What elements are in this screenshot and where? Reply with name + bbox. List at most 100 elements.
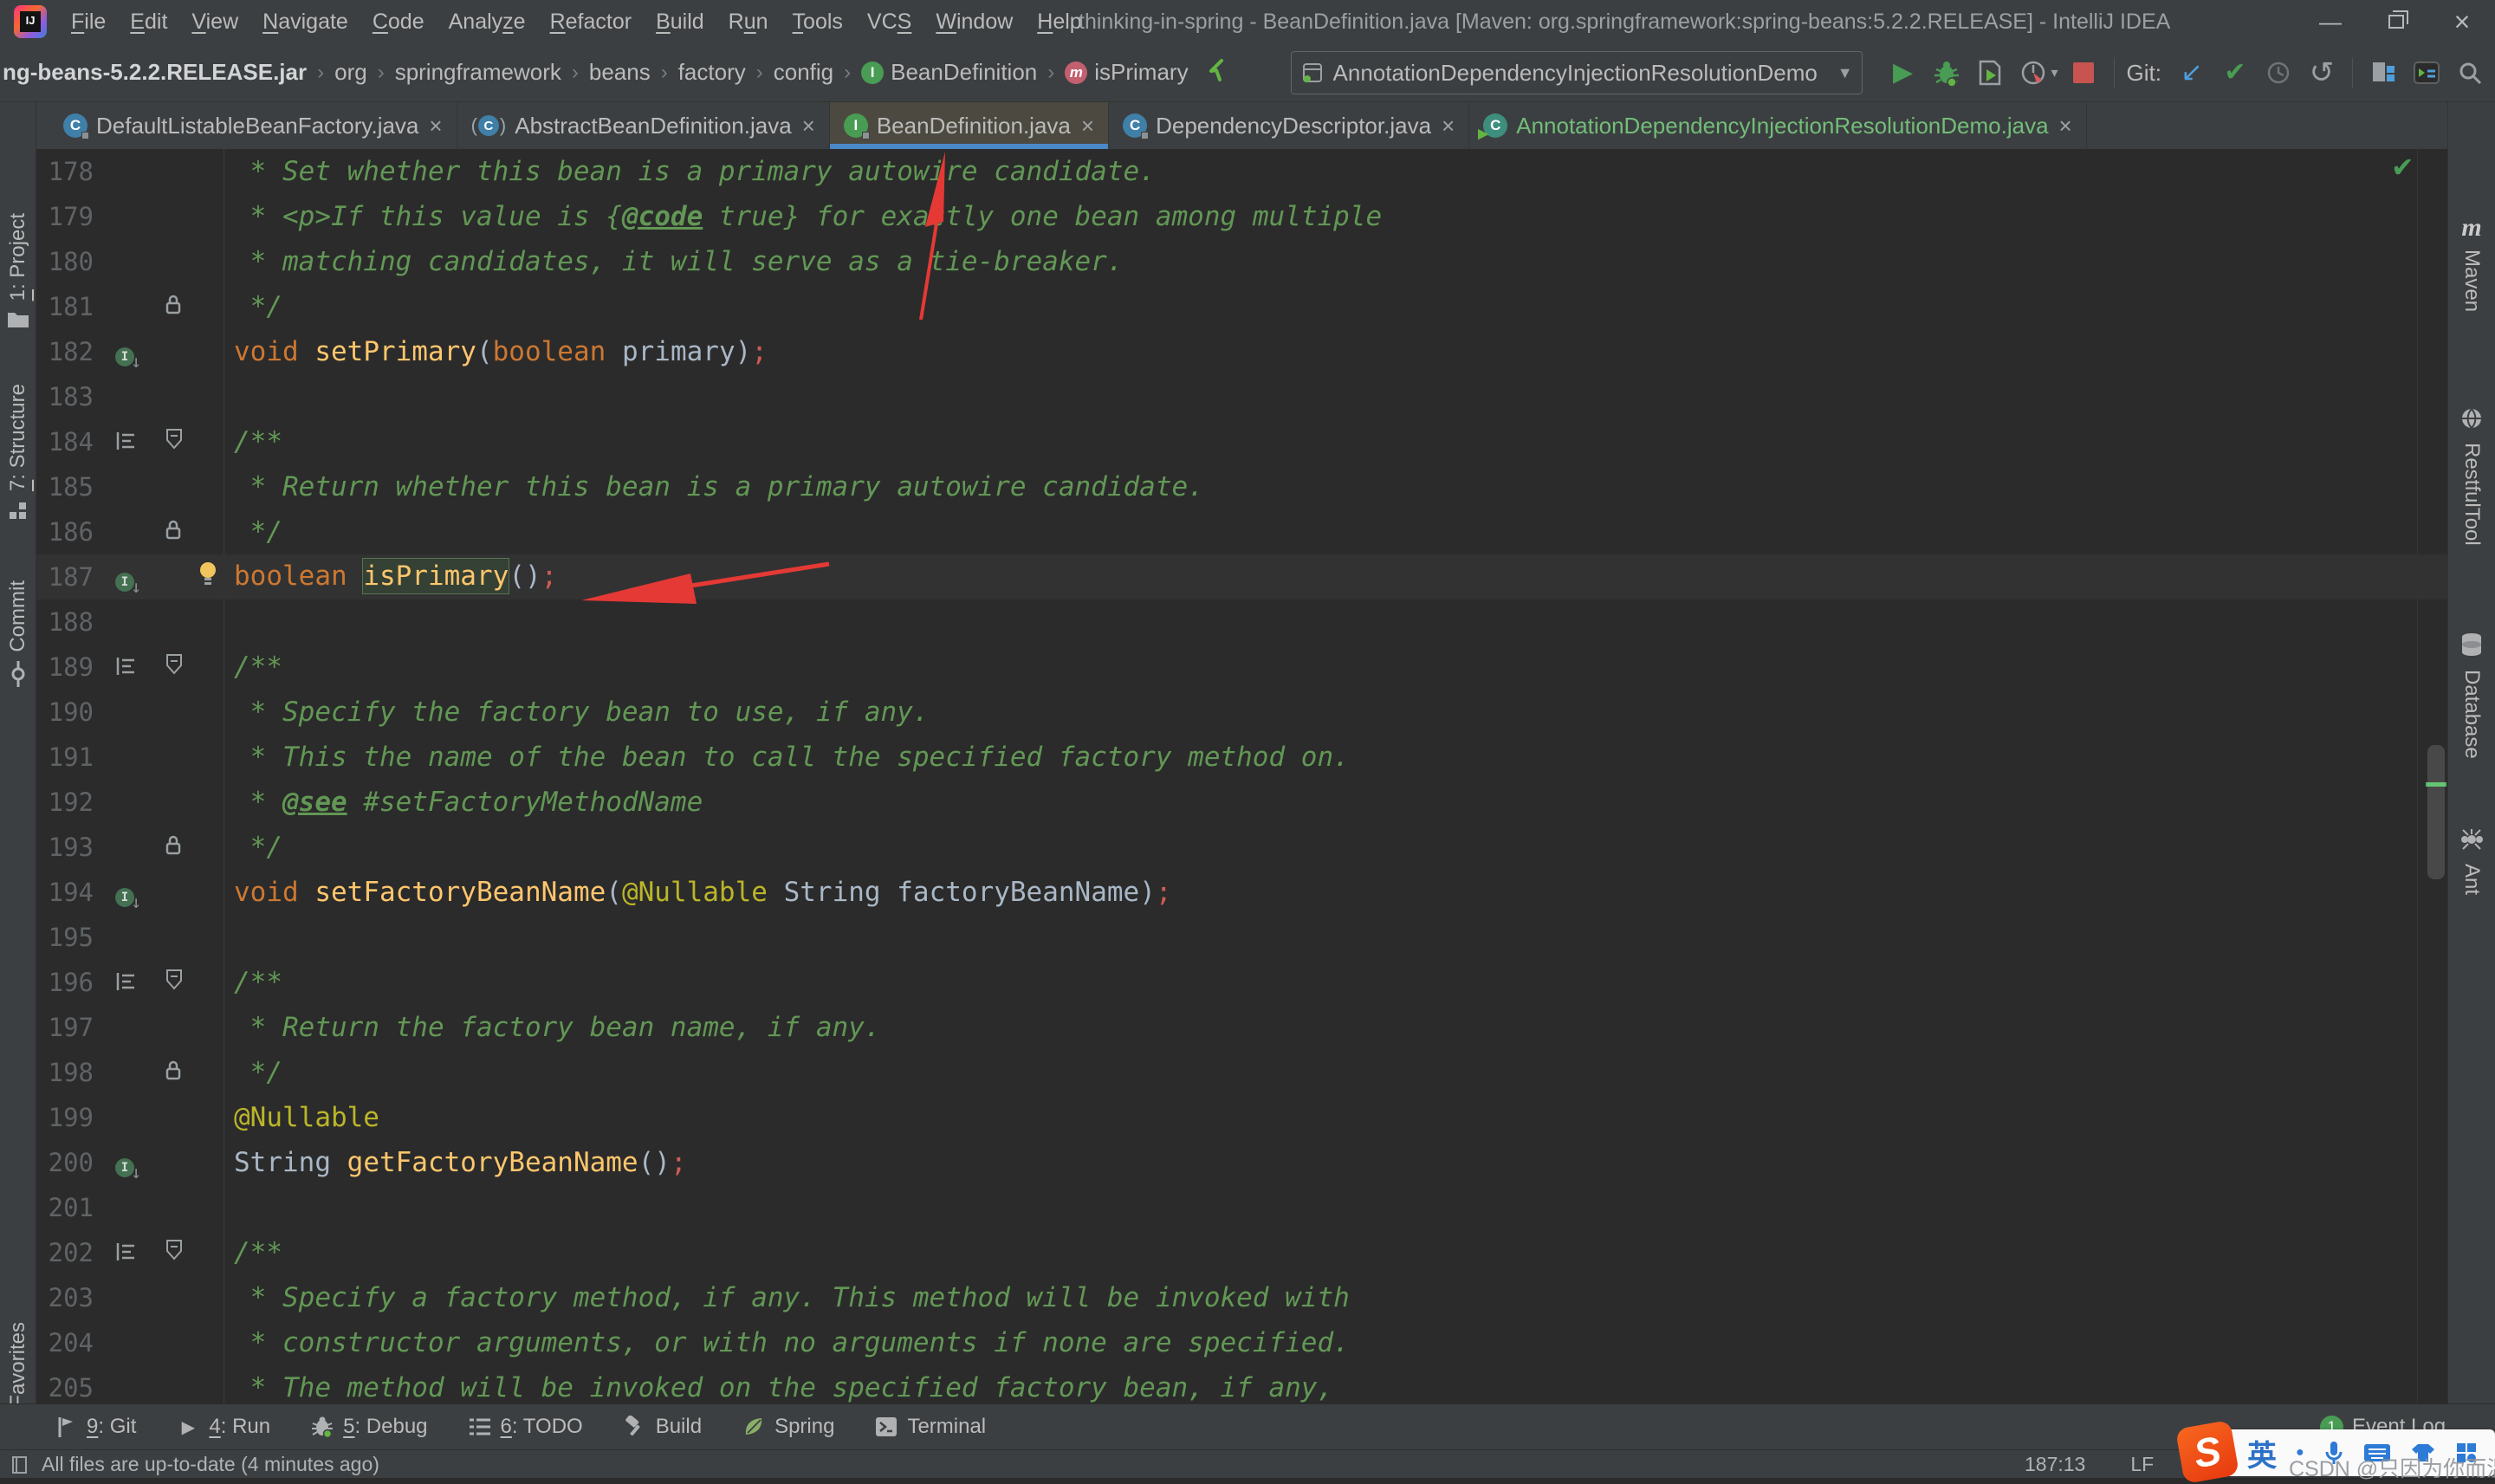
jump-to-source-icon[interactable] <box>1204 57 1230 87</box>
inspections-ok-icon[interactable]: ✔ <box>2391 151 2414 184</box>
stripe-button-maven[interactable]: m Maven <box>2448 213 2495 313</box>
menu-analyze[interactable]: Analyze <box>437 0 538 43</box>
javadoc-render-toggle-icon[interactable] <box>115 1242 136 1261</box>
stop-icon[interactable] <box>2066 55 2101 90</box>
menu-tools[interactable]: Tools <box>781 0 855 43</box>
breadcrumb-item[interactable]: ng-beans-5.2.2.RELEASE.jar <box>3 59 307 86</box>
minimize-button[interactable]: — <box>2297 0 2363 43</box>
menu-refactor[interactable]: Refactor <box>538 0 645 43</box>
breadcrumb-item[interactable]: m isPrimary <box>1065 59 1189 86</box>
javadoc-render-toggle-icon[interactable] <box>115 657 136 676</box>
editor-scrollbar[interactable] <box>2426 149 2446 1403</box>
tab-close-icon[interactable]: × <box>1442 113 1455 139</box>
update-project-icon[interactable]: ↙ <box>2174 55 2209 90</box>
stripe-label: RestfulTool <box>2460 443 2484 546</box>
commit-icon[interactable]: ✔ <box>2218 55 2252 90</box>
line-number: 203 <box>48 1283 94 1312</box>
gutter <box>94 599 224 645</box>
fold-comment-icon[interactable] <box>165 1239 184 1261</box>
toolwindow-button-debug[interactable]: 5: Debug <box>310 1415 428 1439</box>
run-configuration-select[interactable]: AnnotationDependencyInjectionResolutionD… <box>1290 51 1863 94</box>
window-toggle-icon[interactable] <box>10 1455 31 1475</box>
commit-icon <box>11 660 24 687</box>
run-icon[interactable]: ▶ <box>1886 55 1921 90</box>
menu-file[interactable]: File <box>59 0 118 43</box>
tab-close-icon[interactable]: × <box>429 113 442 139</box>
project-folder-icon <box>7 313 29 328</box>
editor-tab[interactable]: C DefaultListableBeanFactory.java × <box>49 102 457 149</box>
menu-window[interactable]: Window <box>923 0 1025 43</box>
gutter <box>94 194 224 239</box>
toolwindow-button-run[interactable]: ▶ 4: Run <box>176 1415 270 1439</box>
toolwindow-button-todo[interactable]: 6: TODO <box>468 1415 583 1439</box>
implemented-marker-icon[interactable]: I ↓ <box>115 347 141 372</box>
stripe-button-restfultool[interactable]: RestfulTool <box>2448 407 2495 546</box>
ime-language-toggle[interactable]: 英 <box>2247 1432 2277 1474</box>
implemented-marker-icon[interactable]: I ↓ <box>115 887 141 912</box>
editor-tab[interactable]: (C) AbstractBeanDefinition.java × <box>457 102 830 149</box>
search-icon[interactable] <box>2453 55 2487 90</box>
maven-icon: m <box>2461 213 2482 242</box>
menu-run[interactable]: Run <box>716 0 781 43</box>
menu-code[interactable]: Code <box>360 0 437 43</box>
run-with-coverage-icon[interactable] <box>1973 55 2007 90</box>
editor-tab[interactable]: I BeanDefinition.java × <box>829 102 1110 149</box>
debug-icon[interactable] <box>1929 55 1964 90</box>
gutter <box>94 509 224 554</box>
breadcrumb-item[interactable]: org <box>334 59 367 86</box>
history-icon[interactable] <box>2261 55 2296 90</box>
tab-close-icon[interactable]: × <box>1081 113 1094 139</box>
fold-comment-icon[interactable] <box>165 428 184 450</box>
gutter <box>94 464 224 509</box>
tab-close-icon[interactable]: × <box>2059 113 2072 139</box>
implemented-marker-icon[interactable]: I ↓ <box>115 1157 141 1183</box>
stripe-button-project[interactable]: 1: Project <box>0 213 36 333</box>
code-editor[interactable]: 178 * Set whether this bean is a primary… <box>36 149 2447 1403</box>
toolwindow-label: 6: TODO <box>500 1415 583 1438</box>
stripe-button-structure[interactable]: 7: Structure <box>0 384 36 525</box>
breadcrumb-item[interactable]: springframework <box>395 59 561 86</box>
stripe-button-commit[interactable]: Commit <box>0 580 36 691</box>
implemented-marker-icon[interactable]: I ↓ <box>115 572 141 597</box>
caret-position[interactable]: 187:13 <box>2025 1453 2085 1476</box>
rollback-icon[interactable]: ↺ <box>2304 55 2339 90</box>
line-ending[interactable]: LF <box>2130 1453 2154 1476</box>
run-anything-icon[interactable] <box>2409 55 2444 90</box>
javadoc-render-toggle-icon[interactable] <box>115 431 136 450</box>
breadcrumb-item[interactable]: beans <box>589 59 651 86</box>
menu-vcs[interactable]: VCS <box>855 0 923 43</box>
scrollbar-thumb[interactable] <box>2427 745 2445 879</box>
gutter: I ↓ <box>94 1140 224 1185</box>
profiler-icon[interactable] <box>2016 55 2051 90</box>
toolwindow-button-terminal[interactable]: Terminal <box>874 1415 986 1439</box>
diff-viewer-icon[interactable] <box>2366 55 2401 90</box>
fold-comment-icon[interactable] <box>165 653 184 676</box>
line-number: 205 <box>48 1373 94 1403</box>
close-button[interactable]: × <box>2429 0 2495 43</box>
stripe-button-ant[interactable]: Ant <box>2448 828 2495 895</box>
toolwindow-button-build[interactable]: Build <box>623 1415 702 1439</box>
code-line: 181 */ <box>36 284 2447 329</box>
toolwindow-button-spring[interactable]: Spring <box>742 1415 834 1439</box>
fold-comment-icon[interactable] <box>165 969 184 991</box>
menu-navigate[interactable]: Navigate <box>250 0 360 43</box>
javadoc-render-toggle-icon[interactable] <box>115 972 136 991</box>
sogou-logo-icon[interactable]: S <box>2174 1419 2240 1484</box>
intention-bulb-icon[interactable] <box>198 561 218 586</box>
editor-tab[interactable]: C ▶ AnnotationDependencyInjectionResolutio… <box>1469 102 2087 149</box>
toolwindow-button-git[interactable]: 9: Git <box>54 1415 136 1439</box>
restore-button[interactable] <box>2363 0 2429 43</box>
gutter <box>94 149 224 194</box>
line-number: 194 <box>48 878 94 907</box>
breadcrumb-item[interactable]: I BeanDefinition <box>861 59 1037 86</box>
profiler-dropdown-icon[interactable]: ▾ <box>2051 64 2058 81</box>
app-config-icon <box>1302 63 1322 82</box>
menu-view[interactable]: View <box>179 0 250 43</box>
breadcrumb-item[interactable]: config <box>774 59 833 86</box>
menu-edit[interactable]: Edit <box>118 0 179 43</box>
menu-build[interactable]: Build <box>644 0 716 43</box>
stripe-button-database[interactable]: Database <box>2448 632 2495 759</box>
editor-tab[interactable]: C DependencyDescriptor.java × <box>1109 102 1470 149</box>
breadcrumb-item[interactable]: factory <box>678 59 746 86</box>
tab-close-icon[interactable]: × <box>802 113 815 139</box>
